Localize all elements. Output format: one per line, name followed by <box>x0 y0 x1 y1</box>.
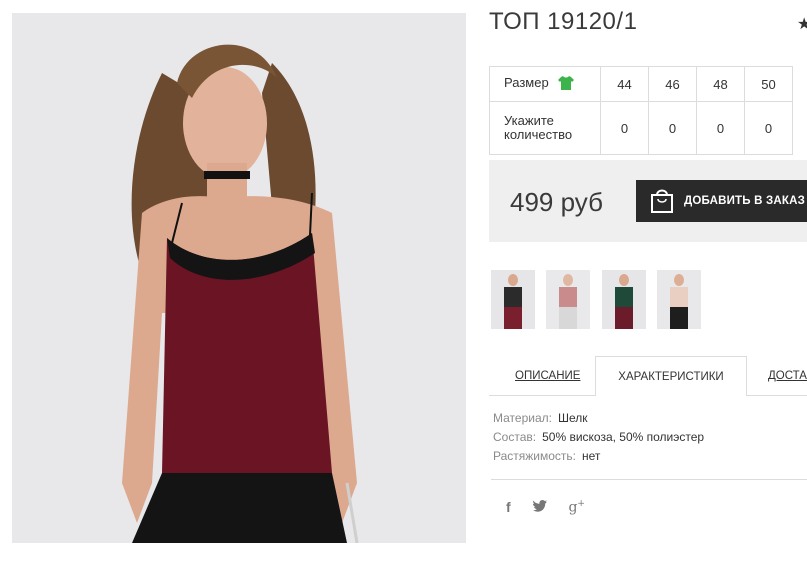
size-label: Размер <box>504 75 549 91</box>
spec-row: Состав: 50% вискоза, 50% полиэстер <box>493 430 704 449</box>
size-cell: 50 <box>744 66 793 102</box>
quantity-input[interactable]: 0 <box>600 101 649 155</box>
size-row: Размер 44 46 48 50 <box>489 66 793 102</box>
size-cell: 48 <box>696 66 745 102</box>
thumbnail-image[interactable] <box>491 270 535 329</box>
size-cell: 46 <box>648 66 697 102</box>
tshirt-icon[interactable] <box>558 75 575 93</box>
thumbnail-image[interactable] <box>657 270 701 329</box>
spec-row: Материал: Шелк <box>493 411 704 430</box>
tab-delivery[interactable]: ДОСТАВ <box>768 356 807 396</box>
quantity-input[interactable]: 0 <box>648 101 697 155</box>
add-to-cart-label: ДОБАВИТЬ В ЗАКАЗ <box>684 195 806 207</box>
thumbnail-image[interactable] <box>546 270 590 329</box>
google-plus-icon[interactable]: g+ <box>568 499 585 516</box>
social-share: f g+ <box>506 499 603 516</box>
spec-key: Материал: <box>493 411 552 425</box>
thumbnail-image[interactable] <box>602 270 646 329</box>
product-tabs: ОПИСАНИЕ ХАРАКТЕРИСТИКИ ДОСТАВ <box>489 356 807 396</box>
favorite-star-icon[interactable]: ★ <box>797 14 807 34</box>
size-row-header: Размер <box>489 66 601 102</box>
add-to-cart-button[interactable]: ДОБАВИТЬ В ЗАКАЗ <box>636 180 807 222</box>
spec-key: Растяжимость: <box>493 449 577 463</box>
spec-key: Состав: <box>493 430 537 444</box>
quantity-input[interactable]: 0 <box>744 101 793 155</box>
spec-value: 50% вискоза, 50% полиэстер <box>542 430 705 444</box>
tab-description[interactable]: ОПИСАНИЕ <box>515 356 580 396</box>
divider <box>491 479 807 480</box>
twitter-icon[interactable] <box>532 499 547 515</box>
spec-row: Растяжимость: нет <box>493 449 704 468</box>
spec-value: Шелк <box>557 411 588 425</box>
size-cell: 44 <box>600 66 649 102</box>
tab-characteristics[interactable]: ХАРАКТЕРИСТИКИ <box>595 356 747 396</box>
spec-value: нет <box>582 449 601 463</box>
facebook-icon[interactable]: f <box>506 499 511 515</box>
product-main-image[interactable] <box>12 13 466 543</box>
product-price: 499 руб <box>510 187 603 217</box>
quantity-row: Укажите количество 0 0 0 0 <box>489 101 793 155</box>
quantity-input[interactable]: 0 <box>696 101 745 155</box>
shopping-bag-icon <box>650 187 674 216</box>
size-table: Размер 44 46 48 50 Укажите количество 0 … <box>489 66 793 155</box>
quantity-label: Укажите количество <box>489 101 601 155</box>
product-title: ТОП 19120/1 <box>489 8 638 35</box>
specs-list: Материал: Шелк Состав: 50% вискоза, 50% по… <box>493 411 704 468</box>
price-box: 499 руб ДОБАВИТЬ В ЗАКАЗ <box>489 160 807 242</box>
